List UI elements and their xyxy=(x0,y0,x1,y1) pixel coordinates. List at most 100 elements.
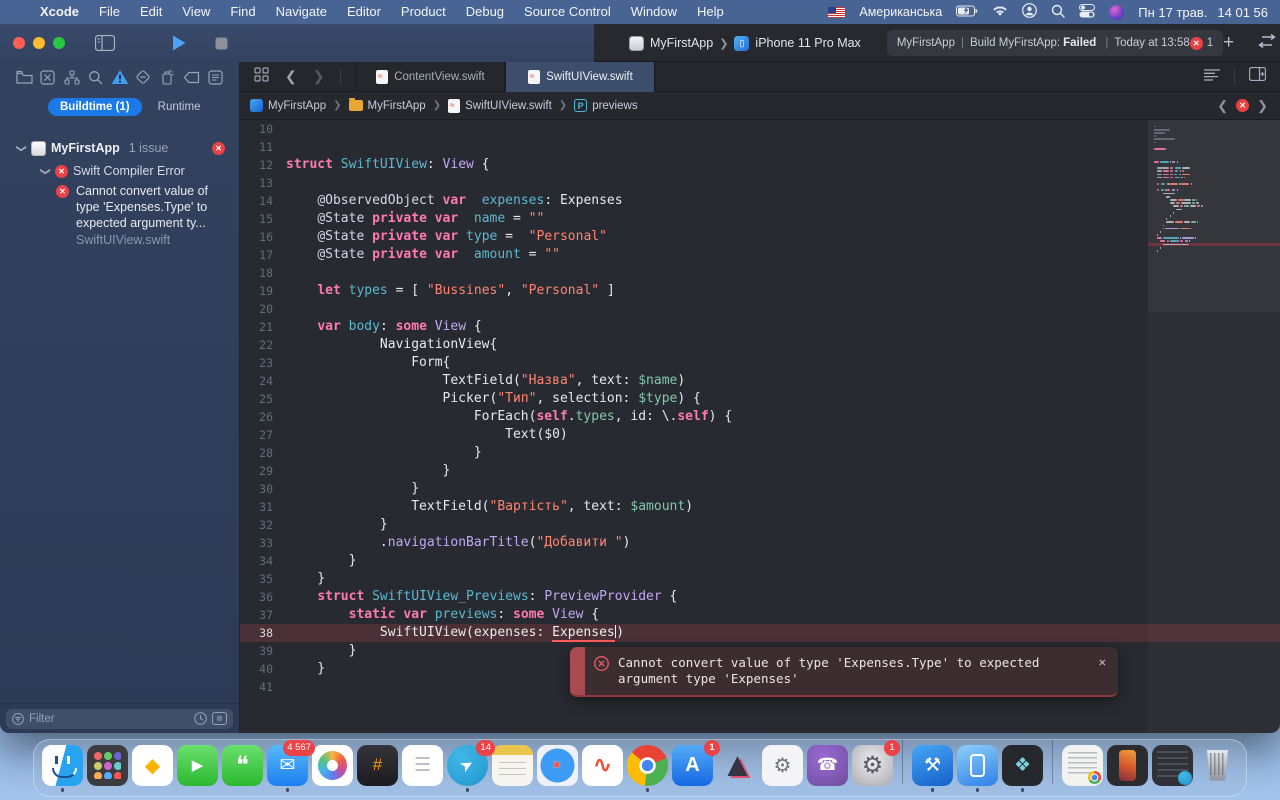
dock-finder-icon[interactable] xyxy=(40,744,85,792)
stop-button[interactable] xyxy=(215,37,228,50)
dock-sketch-icon[interactable]: ◆ xyxy=(130,744,175,792)
filter-error-icon[interactable]: ⊗ xyxy=(212,712,227,725)
dock-chrome-icon[interactable] xyxy=(625,744,670,792)
dock-game-app-icon[interactable]: ❖ xyxy=(1000,744,1045,792)
add-editor-icon[interactable] xyxy=(1248,66,1267,86)
input-source-label[interactable]: Американська xyxy=(859,5,942,19)
run-button[interactable] xyxy=(171,34,187,52)
dock-viber-icon[interactable]: ☎ xyxy=(805,744,850,792)
breakpoint-navigator-icon[interactable] xyxy=(181,66,201,88)
code-line-19: 19 let types = [ "Bussines", "Personal" … xyxy=(259,283,615,298)
menu-item-help[interactable]: Help xyxy=(687,4,734,19)
issue-group-row[interactable]: ❯ ✕ Swift Compiler Error xyxy=(0,161,239,181)
library-plus-icon[interactable]: + xyxy=(1223,32,1234,54)
control-center-icon[interactable] xyxy=(1079,3,1096,21)
recent-clock-icon[interactable] xyxy=(194,712,207,725)
menu-clock-date[interactable]: Пн 17 трав. xyxy=(1138,5,1207,20)
dock-measure-app-icon[interactable]: ⚙ xyxy=(760,744,805,792)
error-count[interactable]: 1 xyxy=(1207,37,1213,49)
scheme-target[interactable]: MyFirstApp xyxy=(650,36,713,50)
menu-item-editor[interactable]: Editor xyxy=(337,4,391,19)
dock-mail-icon[interactable]: ✉ 4 567 xyxy=(265,739,315,792)
dock-photos-icon[interactable] xyxy=(310,744,355,792)
issue-navigator-icon[interactable] xyxy=(110,66,130,88)
dock-messages-icon[interactable]: ❝ xyxy=(220,744,265,792)
assistant-icon[interactable] xyxy=(1109,4,1125,20)
dock-calculator-icon[interactable]: # xyxy=(355,744,400,792)
editor-swap-icon[interactable] xyxy=(1256,33,1278,53)
dock-notes-icon[interactable] xyxy=(490,744,535,792)
zoom-window-button[interactable] xyxy=(53,37,65,49)
dock-app-store-icon[interactable]: A1 xyxy=(670,739,720,792)
back-chevron-icon[interactable]: ❮ xyxy=(285,68,297,85)
dock-trash-icon[interactable] xyxy=(1195,745,1240,792)
related-items-icon[interactable] xyxy=(254,66,269,87)
dock-telegram-icon[interactable]: ➤ 14 xyxy=(445,739,495,792)
dock-reminders-icon[interactable]: ☰ xyxy=(400,744,445,792)
breadcrumb-previews[interactable]: Ppreviews xyxy=(574,99,638,112)
code-line-37: 37 static var previews: some View { xyxy=(259,607,600,622)
tab-contentview.swift[interactable]: ContentView.swift xyxy=(355,61,506,92)
dock-xcode-icon[interactable]: ⚒ xyxy=(910,744,955,792)
user-icon[interactable] xyxy=(1022,3,1038,21)
menu-item-view[interactable]: View xyxy=(172,4,220,19)
dock-pyramid-app-icon[interactable]: ▲ xyxy=(715,745,760,792)
activity-status[interactable]: MyFirstApp | Build MyFirstApp: Failed | … xyxy=(886,30,1224,56)
previous-issue-icon[interactable]: ❮ xyxy=(1217,98,1228,114)
inline-error-popup[interactable]: Cannot convert value of type 'Expenses.T… xyxy=(570,647,1118,697)
runtime-tab[interactable]: Runtime xyxy=(152,98,207,116)
dock-safari-icon[interactable]: ✦ xyxy=(535,744,580,792)
filter-input[interactable]: Filter ⊗ xyxy=(6,708,233,729)
menu-item-find[interactable]: Find xyxy=(220,4,265,19)
disclosure-chevron-icon[interactable]: ❯ xyxy=(40,166,51,176)
input-source-flag-icon[interactable] xyxy=(828,6,846,18)
debug-navigator-icon[interactable] xyxy=(157,66,177,88)
minimap[interactable] xyxy=(1148,120,1280,733)
breadcrumb-myfirstapp[interactable]: MyFirstApp xyxy=(250,99,326,112)
issue-project-row[interactable]: ❯ MyFirstApp 1 issue ✕ xyxy=(0,138,239,158)
disclosure-chevron-icon[interactable]: ❯ xyxy=(16,143,27,153)
next-issue-icon[interactable]: ❯ xyxy=(1257,98,1268,114)
menu-item-navigate[interactable]: Navigate xyxy=(266,4,337,19)
menu-item-source-control[interactable]: Source Control xyxy=(514,4,621,19)
menu-item-debug[interactable]: Debug xyxy=(456,4,514,19)
symbol-navigator-icon[interactable] xyxy=(62,66,82,88)
project-navigator-icon[interactable] xyxy=(14,66,34,88)
menu-item-window[interactable]: Window xyxy=(621,4,687,19)
menu-item-edit[interactable]: Edit xyxy=(130,4,172,19)
issue-detail-row[interactable]: ✕ Cannot convert value of type 'Expenses… xyxy=(56,183,231,247)
scheme-chooser[interactable]: MyFirstApp ❯ ▯ iPhone 11 Pro Max xyxy=(629,35,861,51)
minimize-window-button[interactable] xyxy=(33,37,45,49)
dock-facetime-icon[interactable]: ▶ xyxy=(175,744,220,792)
dock-system-preferences-icon[interactable]: ⚙ 1 xyxy=(850,739,900,792)
tab-swiftuiview.swift[interactable]: SwiftUIView.swift xyxy=(505,61,656,92)
buildtime-tab[interactable]: Buildtime (1) xyxy=(48,98,142,116)
forward-chevron-icon[interactable]: ❯ xyxy=(313,68,325,85)
source-code-editor[interactable]: 10 11 12 struct SwiftUIView: View {13 14 @Ob… xyxy=(240,120,1280,733)
breadcrumb-myfirstapp[interactable]: MyFirstApp xyxy=(348,98,426,112)
dock-minimized-chat-window-icon[interactable] xyxy=(1150,744,1195,792)
menu-item-xcode[interactable]: Xcode xyxy=(30,0,89,24)
wifi-icon[interactable] xyxy=(992,5,1008,20)
search-icon[interactable] xyxy=(1051,4,1065,21)
dock-launchpad-icon[interactable] xyxy=(85,744,130,792)
breadcrumb-swiftuiview-swift[interactable]: SwiftUIView.swift xyxy=(448,98,552,113)
battery-icon[interactable] xyxy=(956,5,978,20)
menu-item-product[interactable]: Product xyxy=(391,4,456,19)
jumpbar-error-badge-icon[interactable]: ✕ xyxy=(1236,99,1250,112)
scheme-device[interactable]: iPhone 11 Pro Max xyxy=(755,36,860,50)
navigator-toggle-icon[interactable] xyxy=(95,35,115,51)
dock-simulator-icon[interactable] xyxy=(955,744,1000,792)
source-control-navigator-icon[interactable] xyxy=(38,66,58,88)
test-navigator-icon[interactable] xyxy=(133,66,153,88)
dock-minimized-browser-window-icon[interactable] xyxy=(1060,744,1105,792)
report-navigator-icon[interactable] xyxy=(205,66,225,88)
dock-minimized-simulator-window-icon[interactable] xyxy=(1105,744,1150,792)
error-badge-icon[interactable]: ✕ xyxy=(1189,36,1203,50)
dock-swift-playgrounds-icon[interactable]: ∿ xyxy=(580,744,625,792)
minimap-options-icon[interactable] xyxy=(1204,68,1220,86)
close-window-button[interactable] xyxy=(13,37,25,49)
find-navigator-icon[interactable] xyxy=(86,66,106,88)
error-popup-close-icon[interactable]: ✕ xyxy=(1099,647,1118,695)
menu-item-file[interactable]: File xyxy=(89,4,130,19)
